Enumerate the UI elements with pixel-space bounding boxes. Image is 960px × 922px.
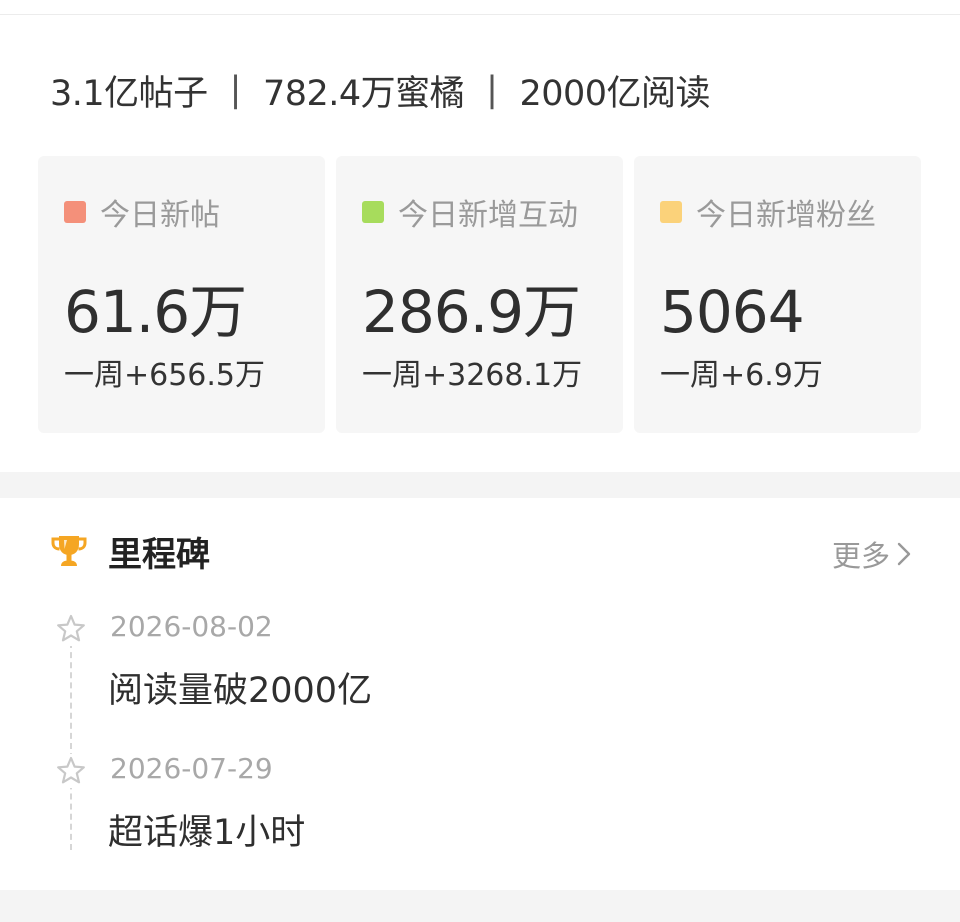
stat-legend: 今日新帖	[64, 194, 220, 233]
summary-posts: 3.1亿帖子	[50, 73, 208, 114]
milestone-text: 超话爆1小时	[108, 813, 306, 853]
milestones-title: 里程碑	[108, 534, 210, 575]
summary-separator: |	[229, 70, 242, 110]
trophy-icon	[51, 536, 87, 566]
top-divider	[0, 14, 960, 15]
summary-reads: 2000亿阅读	[519, 73, 711, 114]
stat-value: 286.9万	[362, 278, 581, 346]
stat-label: 今日新帖	[100, 198, 220, 233]
more-link[interactable]: 更多	[832, 534, 912, 574]
stat-label: 今日新增互动	[398, 198, 578, 233]
timeline-dashed-line	[70, 642, 72, 850]
star-outline-icon	[54, 754, 88, 788]
legend-swatch	[660, 201, 682, 223]
stat-box-new-posts[interactable]: 今日新帖 61.6万 一周+656.5万	[38, 156, 325, 433]
stat-box-new-interactions[interactable]: 今日新增互动 286.9万 一周+3268.1万	[336, 156, 623, 433]
legend-swatch	[362, 201, 384, 223]
stat-box-new-fans[interactable]: 今日新增粉丝 5064 一周+6.9万	[634, 156, 921, 433]
milestone-date: 2026-08-02	[110, 610, 273, 643]
star-outline-icon	[54, 612, 88, 646]
milestone-text: 阅读量破2000亿	[108, 671, 373, 711]
stat-label: 今日新增粉丝	[696, 198, 876, 233]
summary-members: 782.4万蜜橘	[262, 73, 465, 114]
more-label: 更多	[831, 539, 890, 573]
stat-weekly-delta: 一周+3268.1万	[362, 358, 583, 393]
milestone-date: 2026-07-29	[110, 752, 273, 785]
stat-weekly-delta: 一周+656.5万	[64, 358, 266, 393]
summary-separator: |	[486, 70, 498, 110]
stat-weekly-delta: 一周+6.9万	[660, 358, 823, 393]
legend-swatch	[64, 201, 86, 223]
stat-legend: 今日新增互动	[362, 194, 578, 233]
chevron-right-icon	[897, 542, 911, 566]
stat-legend: 今日新增粉丝	[660, 194, 876, 233]
stat-value: 61.6万	[64, 278, 247, 346]
stat-value: 5064	[660, 278, 805, 346]
milestones-header: 里程碑	[50, 528, 210, 575]
summary-line: 3.1亿帖子 | 782.4万蜜橘 | 2000亿阅读	[50, 62, 711, 118]
